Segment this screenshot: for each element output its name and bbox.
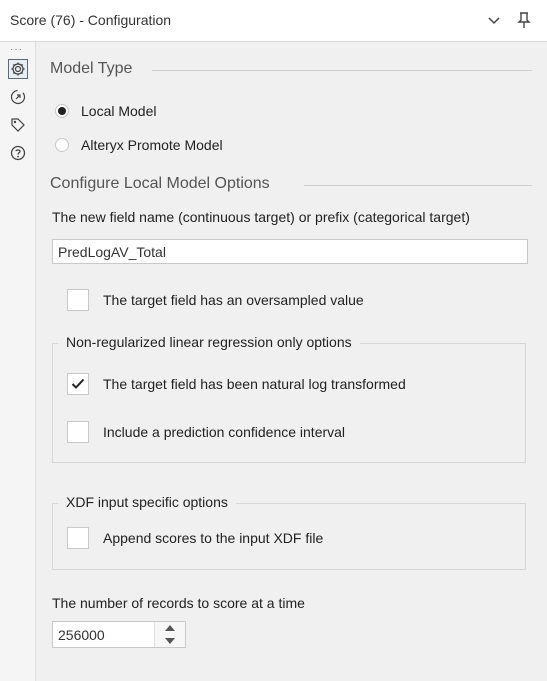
tag-icon[interactable]: [8, 115, 28, 135]
records-label: The number of records to score at a time: [52, 595, 305, 611]
radio-label: Local Model: [81, 103, 157, 119]
oversampled-checkbox[interactable]: [67, 289, 89, 311]
log-transformed-label: The target field has been natural log tr…: [103, 376, 406, 392]
increment-button[interactable]: [155, 622, 185, 635]
decrement-button[interactable]: [155, 634, 185, 647]
sidebar-overflow-icon[interactable]: ···: [10, 44, 23, 55]
help-icon[interactable]: [8, 143, 28, 163]
radio-button[interactable]: [55, 104, 69, 118]
records-value[interactable]: 256000: [53, 622, 154, 647]
field-name-input[interactable]: [52, 239, 528, 264]
annotation-icon[interactable]: [8, 87, 28, 107]
linear-group-title: Non-regularized linear regression only o…: [58, 334, 360, 350]
arrow-down-icon: [165, 637, 175, 644]
field-name-label: The new field name (continuous target) o…: [52, 209, 470, 225]
checkmark-icon: [71, 378, 85, 389]
append-xdf-option[interactable]: Append scores to the input XDF file: [67, 527, 323, 549]
log-transformed-option[interactable]: The target field has been natural log tr…: [67, 373, 406, 395]
records-stepper[interactable]: 256000: [52, 621, 186, 648]
radio-local-model[interactable]: Local Model: [55, 103, 157, 119]
oversampled-option[interactable]: The target field has an oversampled valu…: [67, 289, 364, 311]
oversampled-label: The target field has an oversampled valu…: [103, 292, 364, 308]
arrow-up-icon: [165, 625, 175, 632]
pin-icon[interactable]: [512, 8, 536, 32]
local-options-heading: Configure Local Model Options: [50, 175, 270, 192]
append-xdf-label: Append scores to the input XDF file: [103, 530, 324, 546]
section-divider: [304, 185, 532, 186]
radio-promote-model[interactable]: Alteryx Promote Model: [55, 137, 223, 153]
model-type-heading: Model Type: [50, 60, 133, 77]
log-transformed-checkbox[interactable]: [67, 373, 89, 395]
title-bar: Score (76) - Configuration: [0, 0, 547, 42]
window-title: Score (76) - Configuration: [10, 12, 172, 28]
radio-label: Alteryx Promote Model: [81, 137, 223, 153]
append-xdf-checkbox[interactable]: [67, 527, 89, 549]
linear-regression-group: [52, 343, 526, 463]
tool-sidebar: ···: [0, 42, 36, 681]
chevron-down-icon[interactable]: [482, 8, 506, 32]
section-divider: [152, 70, 532, 71]
xdf-group-title: XDF input specific options: [58, 494, 236, 510]
confidence-interval-checkbox[interactable]: [67, 421, 89, 443]
gear-icon[interactable]: [8, 59, 28, 79]
confidence-interval-option[interactable]: Include a prediction confidence interval: [67, 421, 345, 443]
radio-button[interactable]: [55, 138, 69, 152]
confidence-interval-label: Include a prediction confidence interval: [103, 424, 346, 440]
